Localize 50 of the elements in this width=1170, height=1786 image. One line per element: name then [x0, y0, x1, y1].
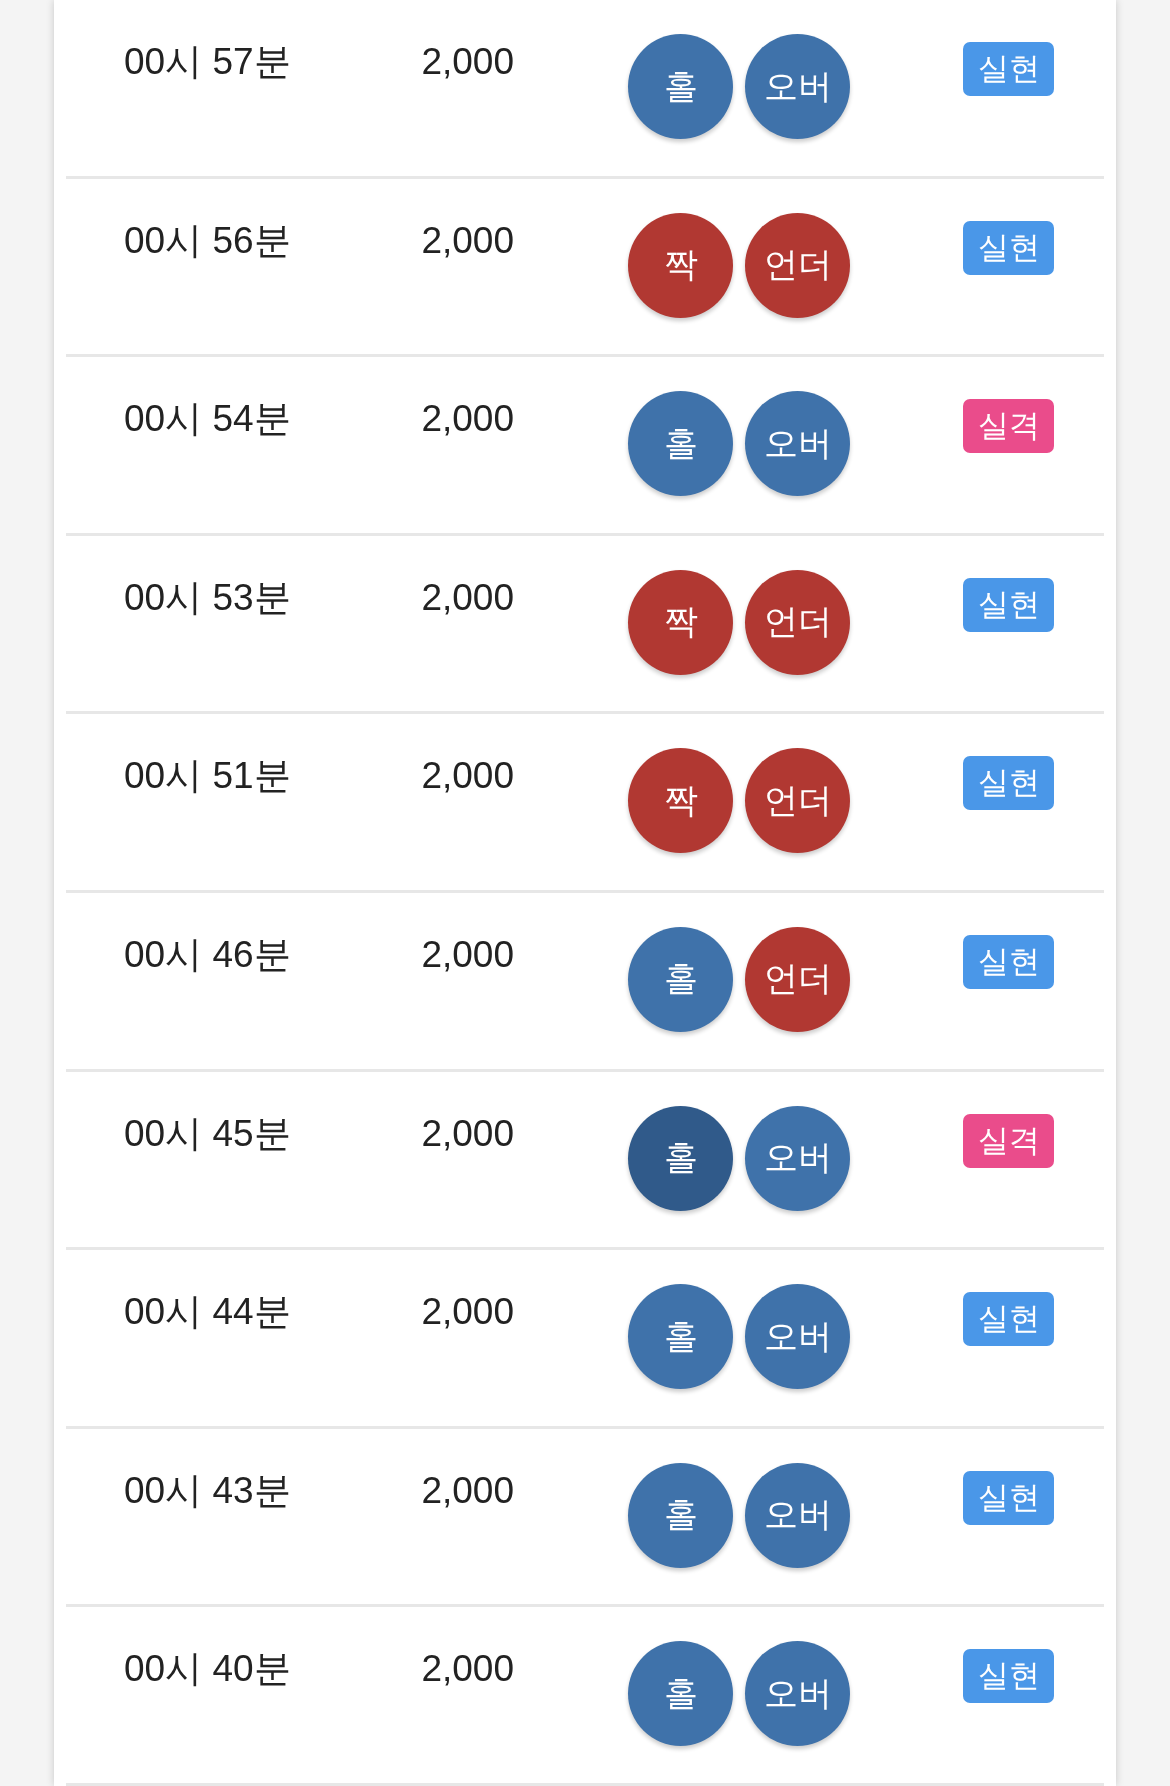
result-ball: 오버	[745, 1462, 850, 1568]
amount-text: 2,000	[420, 397, 514, 442]
amount-text: 2,000	[420, 1290, 514, 1335]
amount-text: 2,000	[420, 1468, 514, 1513]
time-text: 00시 54분	[124, 397, 292, 442]
status-badge: 실현	[963, 756, 1054, 811]
status-badge: 실현	[963, 577, 1054, 632]
status-badge: 실현	[963, 42, 1054, 96]
result-ball: 홀	[628, 391, 733, 497]
status-badge: 실현	[963, 220, 1054, 275]
result-ball: 언더	[745, 926, 850, 1032]
result-ball: 오버	[745, 1641, 850, 1747]
time-text: 00시 46분	[124, 932, 292, 977]
amount-text: 2,000	[420, 1111, 514, 1156]
status-badge: 실현	[963, 1470, 1054, 1525]
time-text: 00시 53분	[124, 575, 292, 620]
status-badge: 실현	[963, 934, 1054, 989]
time-text: 00시 51분	[124, 754, 292, 799]
time-text: 00시 43분	[124, 1468, 292, 1513]
amount-text: 2,000	[420, 218, 514, 263]
result-ball: 오버	[745, 1105, 850, 1211]
result-ball: 홀	[628, 1284, 733, 1390]
time-text: 00시 44분	[124, 1290, 292, 1335]
result-ball: 짝	[628, 748, 733, 854]
time-text: 00시 45분	[124, 1111, 292, 1156]
result-ball: 홀	[628, 926, 733, 1032]
result-ball: 오버	[745, 391, 850, 497]
result-ball: 언더	[745, 569, 850, 675]
status-badge: 실격	[963, 1113, 1054, 1168]
result-ball: 홀	[628, 1641, 733, 1747]
time-text: 00시 56분	[124, 218, 292, 263]
amount-text: 2,000	[420, 754, 514, 799]
time-text: 00시 40분	[124, 1647, 292, 1692]
result-ball: 홀	[628, 34, 733, 139]
amount-text: 2,000	[420, 932, 514, 977]
result-ball: 홀	[628, 1105, 733, 1211]
result-ball: 오버	[745, 34, 850, 139]
time-text: 00시 57분	[124, 40, 292, 84]
result-ball: 오버	[745, 1284, 850, 1390]
status-badge: 실현	[963, 1649, 1054, 1704]
amount-text: 2,000	[420, 1647, 514, 1692]
amount-text: 2,000	[420, 575, 514, 620]
result-ball: 언더	[745, 748, 850, 854]
result-ball: 짝	[628, 212, 733, 318]
status-badge: 실격	[963, 399, 1054, 454]
result-ball: 짝	[628, 569, 733, 675]
amount-text: 2,000	[420, 40, 514, 84]
result-ball: 홀	[628, 1462, 733, 1568]
result-ball: 언더	[745, 212, 850, 318]
status-badge: 실현	[963, 1292, 1054, 1347]
